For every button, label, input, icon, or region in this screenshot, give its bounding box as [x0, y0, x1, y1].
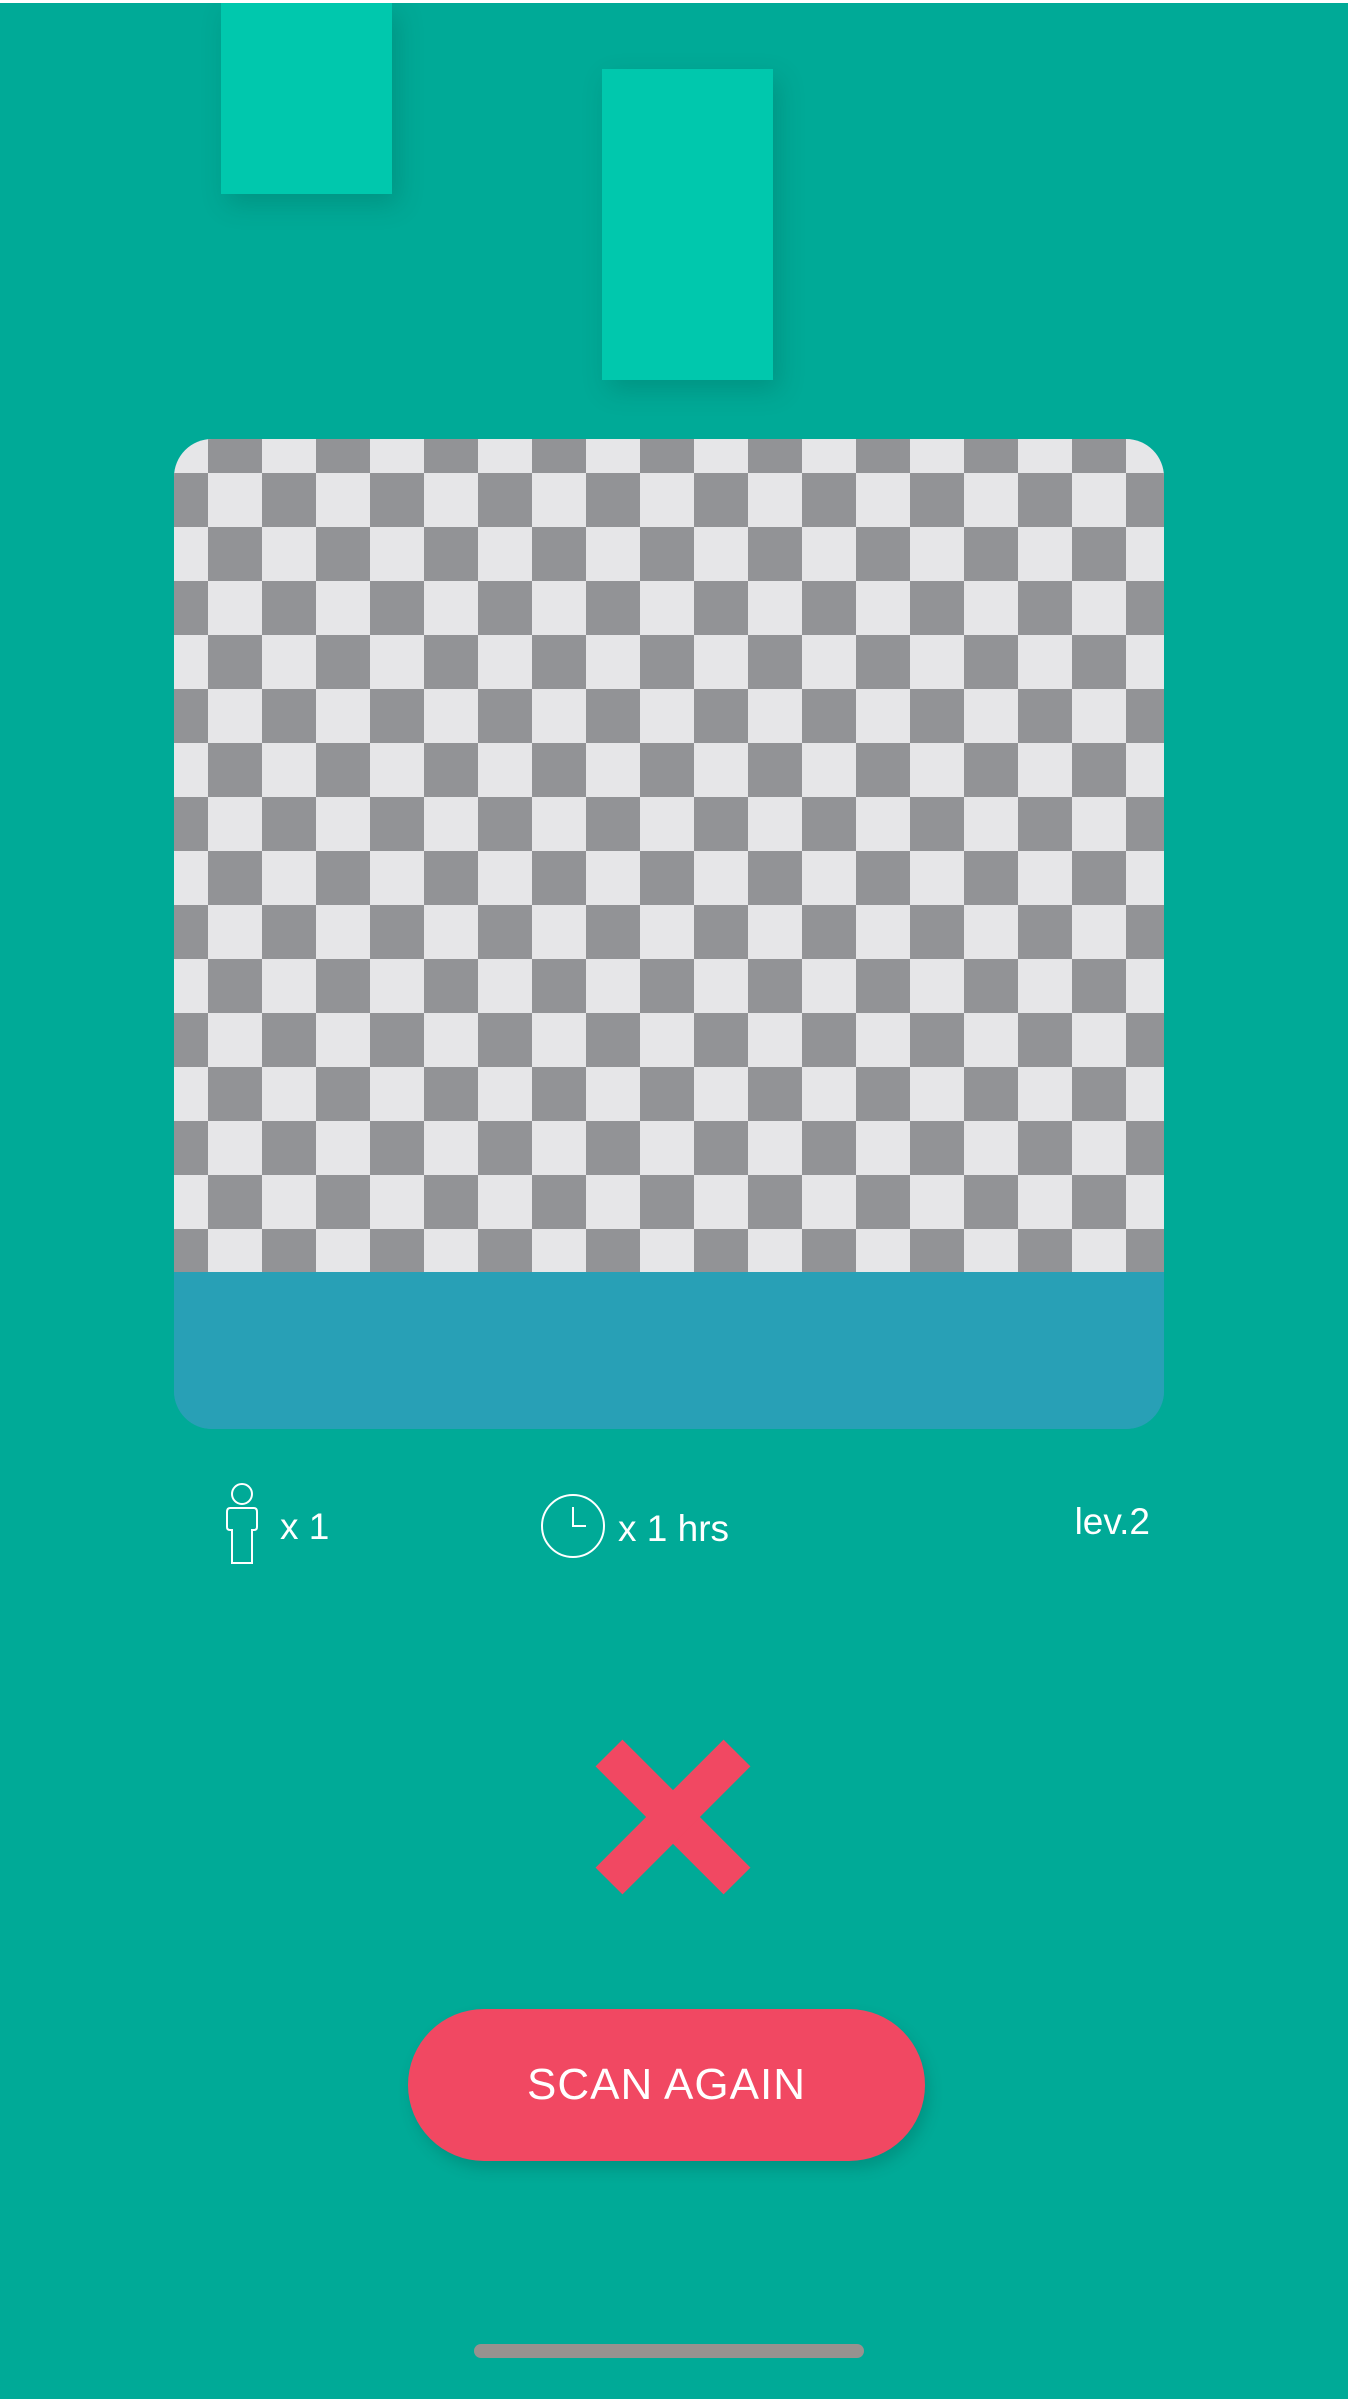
card-footer — [174, 1272, 1164, 1429]
decorative-block-left — [221, 3, 392, 194]
home-indicator[interactable] — [474, 2344, 864, 2358]
person-icon — [222, 1483, 262, 1570]
duration-stat: x 1 hrs — [540, 1493, 729, 1564]
level-stat: lev.2 — [1075, 1501, 1150, 1543]
players-count: x 1 — [280, 1505, 330, 1547]
close-icon — [595, 1739, 751, 1895]
duration-value: x 1 hrs — [618, 1507, 730, 1549]
scan-again-button[interactable]: SCAN AGAIN — [408, 2009, 925, 2161]
decorative-block-right — [602, 69, 773, 380]
scan-result-card — [174, 439, 1164, 1429]
image-placeholder — [174, 439, 1164, 1272]
stats-row: x 1 x 1 hrs lev.2 — [0, 1483, 1348, 1564]
clock-icon — [540, 1493, 606, 1564]
app-screen: x 1 x 1 hrs lev.2 SCAN AGAIN — [0, 3, 1348, 2399]
players-stat: x 1 — [222, 1483, 329, 1570]
level-value: lev.2 — [1074, 1501, 1150, 1542]
